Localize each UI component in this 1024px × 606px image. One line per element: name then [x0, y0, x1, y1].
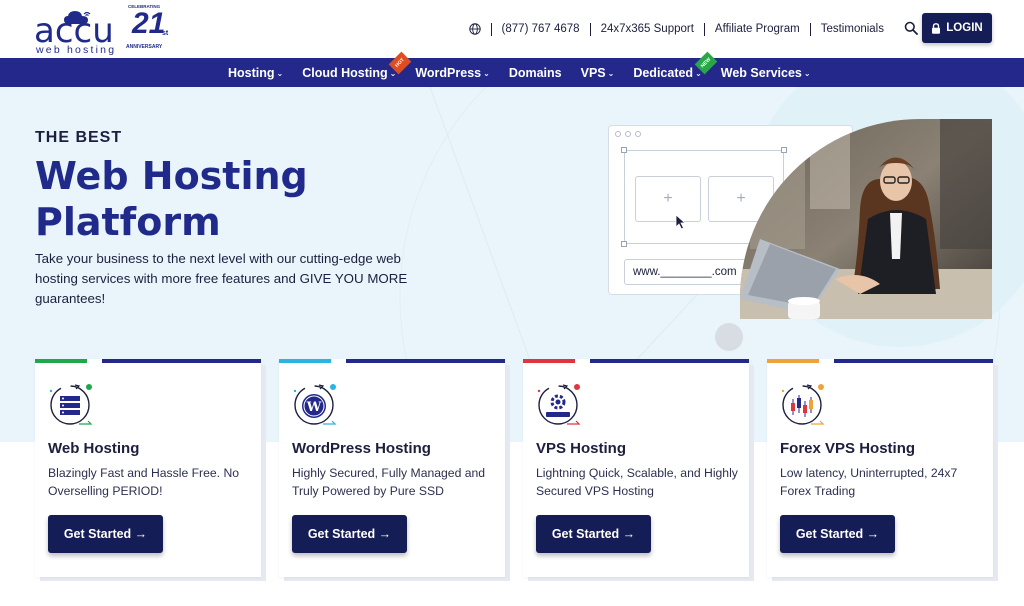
nav-label: Web Services	[720, 65, 802, 80]
card-title: Web Hosting	[48, 440, 140, 457]
nav-label: Dedicated	[633, 65, 694, 80]
card-top-bar	[834, 359, 993, 363]
chevron-down-icon: ⌄	[276, 69, 284, 78]
hero-title: Web Hosting Platform	[35, 154, 308, 244]
get-started-button[interactable]: Get Started →	[536, 515, 651, 553]
candlestick-chart-icon	[781, 384, 825, 425]
server-icon	[49, 384, 93, 425]
card-description: Low latency, Uninterrupted, 24x7 Forex T…	[780, 466, 958, 498]
wordpress-icon: W	[293, 384, 337, 425]
card-title: VPS Hosting	[536, 440, 627, 457]
nav-item-dedicated[interactable]: Dedicated ⌄ NEW	[633, 51, 718, 87]
card-description: Highly Secured, Fully Managed and Truly …	[292, 466, 486, 498]
get-started-button[interactable]: Get Started →	[780, 515, 895, 553]
card-description: Blazingly Fast and Hassle Free. No Overs…	[48, 466, 240, 498]
chevron-down-icon: ⌄	[483, 69, 490, 78]
nav-item-web-services[interactable]: Web Services ⌄	[721, 58, 811, 87]
nav-item-hosting[interactable]: Hosting ⌄	[228, 58, 283, 87]
nav-label: Cloud Hosting	[302, 65, 388, 80]
product-card-forex-vps-hosting: Forex VPS Hosting Low latency, Uninterru…	[767, 359, 993, 577]
card-accent-bar	[767, 359, 819, 363]
chevron-down-icon: ⌄	[803, 69, 811, 78]
badge-number: 21	[132, 7, 166, 40]
nav-item-cloud-hosting[interactable]: Cloud Hosting ⌄ HOT	[302, 51, 412, 87]
mockup-block: +	[635, 176, 701, 222]
main-nav: Hosting ⌄ Cloud Hosting ⌄ HOT WordPress ⌄ D…	[0, 51, 1024, 87]
nav-items: Hosting ⌄ Cloud Hosting ⌄ HOT WordPress ⌄ D…	[228, 51, 830, 87]
nav-label: Hosting	[228, 65, 275, 80]
badge-bottom-text: ANNIVERSARY	[126, 44, 163, 50]
top-links: (877) 767 4678 24x7x365 Support Affiliat…	[468, 20, 884, 38]
cursor-icon	[675, 214, 687, 230]
nav-item-vps[interactable]: VPS ⌄	[581, 58, 615, 87]
gear-server-icon	[537, 384, 581, 425]
nav-label: WordPress	[415, 65, 482, 80]
svg-text:W: W	[306, 400, 322, 415]
badge-suffix: st	[162, 30, 169, 37]
support-link[interactable]: 24x7x365 Support	[601, 23, 694, 35]
lock-icon	[932, 22, 941, 34]
login-button[interactable]: LOGIN	[922, 13, 992, 43]
nav-label: VPS	[580, 65, 606, 80]
top-bar: accu web hosting CELEBRATING 21 st ANNIV…	[0, 0, 1024, 58]
phone-link[interactable]: (877) 767 4678	[502, 23, 580, 35]
nav-item-domains[interactable]: Domains	[509, 58, 562, 87]
divider	[809, 22, 811, 36]
card-top-bar	[590, 359, 749, 363]
card-title: Forex VPS Hosting	[780, 440, 916, 457]
window-dots	[615, 131, 641, 137]
card-accent-bar	[523, 359, 575, 363]
product-card-wordpress-hosting: W WordPress Hosting Highly Secured, Full…	[279, 359, 505, 577]
card-top-bar	[102, 359, 261, 363]
affiliate-link[interactable]: Affiliate Program	[715, 23, 800, 35]
logo-wordmark: accu	[34, 11, 114, 51]
card-accent-bar	[279, 359, 331, 363]
accu-logo[interactable]: accu web hosting CELEBRATING 21 st ANNIV…	[34, 4, 174, 56]
divider	[703, 22, 705, 36]
divider	[490, 22, 492, 36]
product-cards: Web Hosting Blazingly Fast and Hassle Fr…	[0, 359, 1024, 606]
decorative-dot	[715, 323, 743, 351]
divider	[589, 22, 591, 36]
nav-label: Domains	[508, 65, 562, 80]
search-icon[interactable]	[904, 21, 918, 35]
testimonials-link[interactable]: Testimonials	[821, 23, 884, 35]
get-started-button[interactable]: Get Started →	[48, 515, 163, 553]
product-card-vps-hosting: VPS Hosting Lightning Quick, Scalable, a…	[523, 359, 749, 577]
card-accent-bar	[35, 359, 87, 363]
nav-item-wordpress[interactable]: WordPress ⌄	[415, 58, 489, 87]
card-title: WordPress Hosting	[292, 440, 431, 457]
plus-icon: +	[663, 190, 673, 207]
hero-description: Take your business to the next level wit…	[35, 251, 408, 306]
hero-eyebrow: THE BEST	[35, 129, 123, 146]
anniversary-badge: CELEBRATING 21 st ANNIVERSARY	[126, 4, 169, 54]
card-top-bar	[346, 359, 505, 363]
card-description: Lightning Quick, Scalable, and Highly Se…	[536, 466, 738, 498]
login-label: LOGIN	[946, 22, 983, 34]
get-started-button[interactable]: Get Started →	[292, 515, 407, 553]
globe-icon[interactable]	[468, 23, 481, 35]
chevron-down-icon: ⌄	[607, 69, 615, 78]
product-card-web-hosting: Web Hosting Blazingly Fast and Hassle Fr…	[35, 359, 261, 577]
logo-subtext: web hosting	[36, 44, 117, 56]
